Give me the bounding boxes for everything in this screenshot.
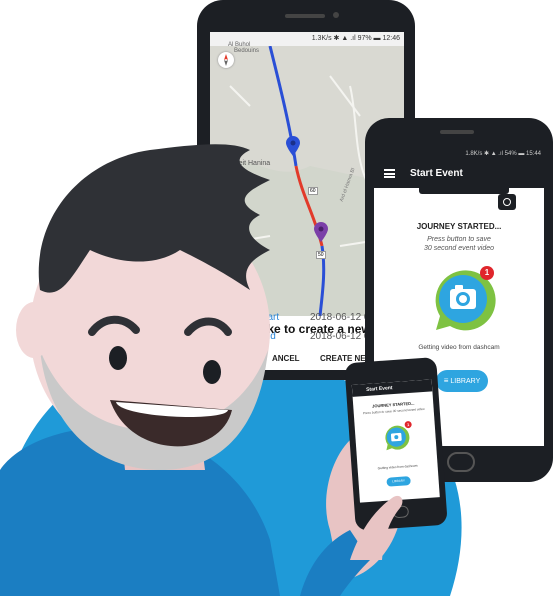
back-phone-camera-dot bbox=[333, 12, 339, 18]
list-icon: ≡ bbox=[443, 376, 449, 385]
thumb-illustration bbox=[350, 495, 403, 560]
front-phone-speaker bbox=[440, 130, 474, 134]
compass-icon[interactable] bbox=[218, 52, 234, 68]
map-label: Bedouins bbox=[234, 48, 260, 54]
small-app-bar-title: Start Event bbox=[365, 385, 393, 393]
event-count-badge: 1 bbox=[480, 266, 494, 280]
dashcam-mount bbox=[419, 188, 509, 194]
back-phone-speaker bbox=[285, 14, 325, 18]
front-phone-home-button[interactable] bbox=[447, 452, 475, 472]
small-app-bar: Start Event bbox=[351, 379, 433, 397]
dashcam-icon bbox=[498, 194, 516, 210]
library-button[interactable]: ≡ LIBRARY bbox=[436, 370, 488, 392]
small-event-count-badge: 1 bbox=[404, 420, 412, 429]
